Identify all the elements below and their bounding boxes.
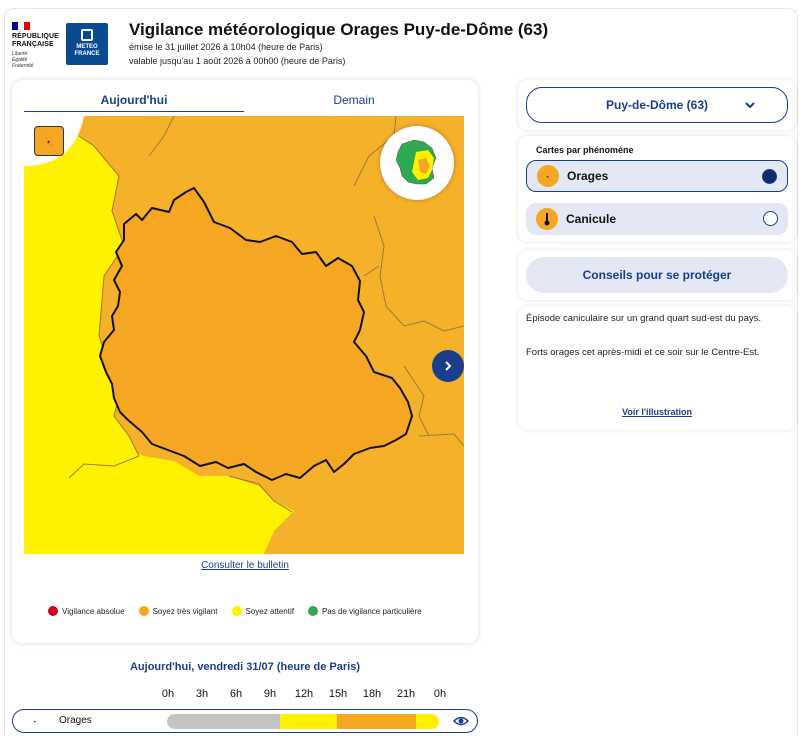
hour-label: 12h <box>294 688 314 700</box>
phenomena-card: Cartes par phénomène Orages Canicule <box>518 136 796 242</box>
tab-today[interactable]: Aujourd'hui <box>24 90 244 112</box>
hour-label: 9h <box>263 688 277 700</box>
info-paragraph-1: Épisode caniculaire sur un grand quart s… <box>526 313 761 324</box>
timeline-row-orages: Orages <box>12 709 478 733</box>
lightning-icon <box>537 165 559 187</box>
chevron-right-icon <box>445 361 452 371</box>
legend-item-orange: Soyez très vigilant <box>138 606 218 616</box>
legend-dot-yellow <box>231 606 242 616</box>
hour-label: 6h <box>229 688 243 700</box>
hour-label: 0h <box>161 688 175 700</box>
timeline-segment-yellow-end <box>416 714 439 729</box>
tab-tomorrow[interactable]: Demain <box>244 90 464 112</box>
eye-icon[interactable] <box>453 714 469 728</box>
meteo-france-glyph-icon <box>81 29 93 41</box>
republique-francaise-logo: RÉPUBLIQUE FRANÇAISE Liberté Égalité Fra… <box>12 22 62 69</box>
chevron-down-icon <box>745 102 755 109</box>
next-map-button[interactable] <box>432 350 464 382</box>
hour-label: 3h <box>195 688 209 700</box>
hour-label: 21h <box>396 688 416 700</box>
phenomena-label: Cartes par phénomène <box>536 145 634 155</box>
legend-dot-red <box>48 606 58 616</box>
radio-unselected[interactable] <box>763 211 778 226</box>
map-legend: Vigilance absolue Soyez très vigilant So… <box>48 606 422 616</box>
department-select[interactable]: Puy-de-Dôme (63) <box>526 87 788 123</box>
france-mini-map[interactable] <box>380 126 454 200</box>
day-tabs: Aujourd'hui Demain <box>24 90 464 112</box>
lightning-icon <box>34 126 64 156</box>
legend-item-green: Pas de vigilance particulière <box>307 606 422 616</box>
hour-label: 15h <box>328 688 348 700</box>
hour-label: 0h <box>433 688 447 700</box>
rf-line-2: FRANÇAISE <box>12 41 54 48</box>
issued-date: émise le 31 juillet 2026 à 10h04 (heure … <box>129 42 323 52</box>
legend-item-red: Vigilance absolue <box>48 606 125 616</box>
info-card: Épisode caniculaire sur un grand quart s… <box>518 306 796 430</box>
french-flag-icon <box>12 22 30 30</box>
timeline-row-label: Orages <box>59 715 92 726</box>
advice-button[interactable]: Conseils pour se protéger <box>526 257 788 293</box>
valid-until: valable jusqu'au 1 août 2026 à 00h00 (he… <box>129 56 346 66</box>
lightning-icon <box>31 716 39 726</box>
timeline-bar <box>167 714 439 729</box>
map-card: Aujourd'hui Demain Consulter le bulletin… <box>12 80 478 643</box>
thermometer-icon <box>536 208 558 230</box>
meteo-france-logo: METEO FRANCE <box>66 23 108 65</box>
illustration-link[interactable]: Voir l'illustration <box>518 407 796 417</box>
legend-dot-green <box>307 606 318 616</box>
advice-card: Conseils pour se protéger <box>518 250 796 300</box>
rf-line-1: RÉPUBLIQUE <box>12 33 59 40</box>
legend-item-yellow: Soyez attentif <box>231 606 294 616</box>
timeline-hours: 0h 3h 6h 9h 12h 15h 18h 21h 0h <box>160 688 460 702</box>
timeline-title: Aujourd'hui, vendredi 31/07 (heure de Pa… <box>129 661 360 673</box>
radio-selected[interactable] <box>762 169 777 184</box>
hour-label: 18h <box>362 688 382 700</box>
rf-motto: Liberté Égalité Fraternité <box>12 51 34 69</box>
timeline-segment-orange <box>337 714 416 729</box>
timeline-segment-yellow <box>280 714 337 729</box>
page-title: Vigilance météorologique Orages Puy-de-D… <box>129 20 549 39</box>
timeline-segment-passed <box>167 714 280 729</box>
phenomenon-canicule[interactable]: Canicule <box>526 203 788 235</box>
department-select-value: Puy-de-Dôme (63) <box>605 98 709 112</box>
bulletin-link[interactable]: Consulter le bulletin <box>12 560 478 571</box>
phenomenon-orages[interactable]: Orages <box>526 160 788 192</box>
legend-dot-orange <box>138 606 149 616</box>
info-paragraph-2: Forts orages cet après-midi et ce soir s… <box>526 347 760 358</box>
